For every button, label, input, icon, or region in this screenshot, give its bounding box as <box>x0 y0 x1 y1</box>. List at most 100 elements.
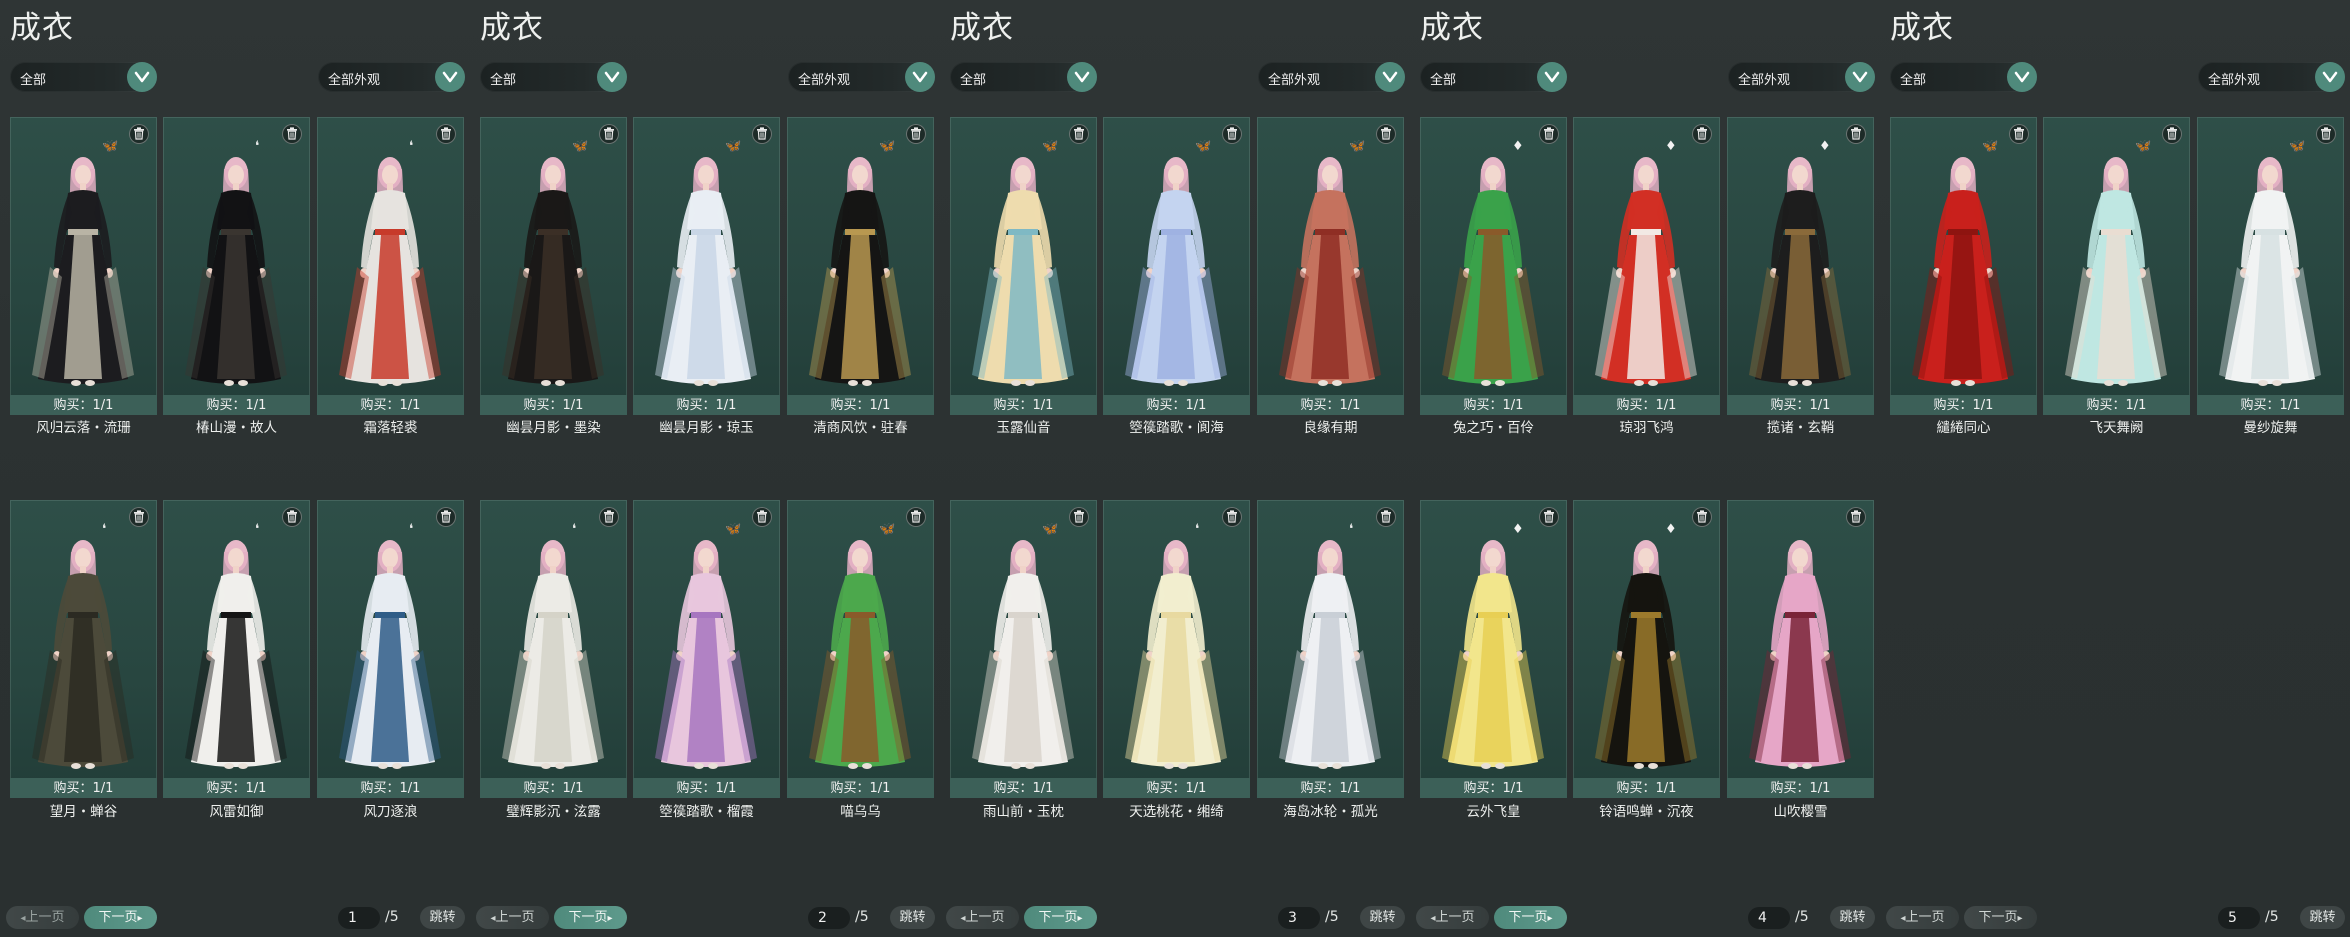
appearance-dropdown[interactable]: 全部外观 <box>318 62 465 92</box>
trash-icon[interactable] <box>1376 124 1396 144</box>
outfit-card[interactable]: ❛ 购买：1/1 <box>163 500 310 798</box>
prev-page-button[interactable]: ◂上一页 <box>1416 906 1489 929</box>
trash-icon[interactable] <box>2009 124 2029 144</box>
page-number-input[interactable]: 3 <box>1278 907 1320 929</box>
butterfly-icon: 🦋 <box>102 139 119 154</box>
jump-button[interactable]: 跳转 <box>890 906 935 929</box>
outfit-card[interactable]: ❛ 购买：1/1 <box>317 117 464 415</box>
trash-icon[interactable] <box>1846 124 1866 144</box>
trash-icon[interactable] <box>2316 124 2336 144</box>
category-dropdown[interactable]: 全部 <box>10 62 157 92</box>
jump-button[interactable]: 跳转 <box>1360 906 1405 929</box>
next-page-button[interactable]: 下一页▸ <box>554 906 627 929</box>
outfit-card[interactable]: ♦ 购买：1/1 <box>1573 117 1720 415</box>
trash-icon[interactable] <box>282 507 302 527</box>
next-page-button[interactable]: 下一页▸ <box>84 906 157 929</box>
outfit-card[interactable]: ♦ 购买：1/1 <box>1420 500 1567 798</box>
chevron-down-icon[interactable] <box>2007 62 2037 92</box>
prev-page-button[interactable]: ◂上一页 <box>476 906 549 929</box>
outfit-card[interactable]: 🦋 购买：1/1 <box>950 117 1097 415</box>
page-number-input[interactable]: 4 <box>1748 907 1790 929</box>
trash-icon[interactable] <box>1069 124 1089 144</box>
outfit-card[interactable]: ♦ 购买：1/1 <box>1420 117 1567 415</box>
outfit-name: 天选桃花・缃绮 <box>1129 804 1224 820</box>
next-page-button[interactable]: 下一页▸ <box>1494 906 1567 929</box>
chevron-down-icon[interactable] <box>1067 62 1097 92</box>
trash-icon[interactable] <box>906 507 926 527</box>
outfit-figure <box>1420 117 1567 401</box>
trash-icon[interactable] <box>599 124 619 144</box>
trash-icon[interactable] <box>1069 507 1089 527</box>
outfit-card[interactable]: ❛ 购买：1/1 <box>1103 500 1250 798</box>
trash-icon[interactable] <box>282 124 302 144</box>
trash-icon[interactable] <box>1692 507 1712 527</box>
outfit-card[interactable]: 🦋 购买：1/1 <box>10 117 157 415</box>
outfit-figure <box>1103 500 1250 784</box>
jump-button[interactable]: 跳转 <box>2300 906 2345 929</box>
page-number-input[interactable]: 5 <box>2218 907 2260 929</box>
outfit-card[interactable]: 🦋 购买：1/1 <box>633 117 780 415</box>
chevron-down-icon[interactable] <box>1537 62 1567 92</box>
page-number-input[interactable]: 1 <box>338 907 380 929</box>
outfit-card[interactable]: ❛ 购买：1/1 <box>1257 500 1404 798</box>
outfit-card[interactable]: 🦋 购买：1/1 <box>787 117 934 415</box>
outfit-card[interactable]: ♦ 购买：1/1 <box>1727 117 1874 415</box>
next-page-button[interactable]: 下一页▸ <box>1024 906 1097 929</box>
outfit-card[interactable]: 🦋 购买：1/1 <box>787 500 934 798</box>
appearance-dropdown[interactable]: 全部外观 <box>1258 62 1405 92</box>
trash-icon[interactable] <box>752 507 772 527</box>
outfit-name: 云外飞皇 <box>1466 804 1521 820</box>
trash-icon[interactable] <box>1376 507 1396 527</box>
outfit-card[interactable]: ❛ 购买：1/1 <box>10 500 157 798</box>
appearance-dropdown[interactable]: 全部外观 <box>2198 62 2345 92</box>
outfit-card[interactable]: 🦋 购买：1/1 <box>1890 117 2037 415</box>
feather-icon: ❛ <box>409 139 414 154</box>
outfit-card[interactable]: 🦋 购买：1/1 <box>1257 117 1404 415</box>
outfit-card[interactable]: ♦ 购买：1/1 <box>1573 500 1720 798</box>
trash-icon[interactable] <box>906 124 926 144</box>
appearance-dropdown[interactable]: 全部外观 <box>788 62 935 92</box>
chevron-down-icon[interactable] <box>597 62 627 92</box>
outfit-card[interactable]: ❛ 购买：1/1 <box>317 500 464 798</box>
trash-icon[interactable] <box>752 124 772 144</box>
trash-icon[interactable] <box>1222 124 1242 144</box>
jump-button[interactable]: 跳转 <box>1830 906 1875 929</box>
outfit-card[interactable]: 🦋 购买：1/1 <box>950 500 1097 798</box>
trash-icon[interactable] <box>2162 124 2182 144</box>
jump-button[interactable]: 跳转 <box>420 906 465 929</box>
category-dropdown[interactable]: 全部 <box>480 62 627 92</box>
appearance-dropdown[interactable]: 全部外观 <box>1728 62 1875 92</box>
category-dropdown[interactable]: 全部 <box>1420 62 1567 92</box>
trash-icon[interactable] <box>1692 124 1712 144</box>
trash-icon[interactable] <box>436 124 456 144</box>
next-page-button[interactable]: 下一页▸ <box>1964 906 2037 929</box>
trash-icon[interactable] <box>436 507 456 527</box>
chevron-down-icon[interactable] <box>1375 62 1405 92</box>
outfit-card[interactable]: 🦋 购买：1/1 <box>633 500 780 798</box>
chevron-down-icon[interactable] <box>127 62 157 92</box>
outfit-card[interactable]: ❛ 购买：1/1 <box>480 500 627 798</box>
trash-icon[interactable] <box>1846 507 1866 527</box>
trash-icon[interactable] <box>129 124 149 144</box>
outfit-card[interactable]: 🦋 购买：1/1 <box>480 117 627 415</box>
outfit-card[interactable]: 🦋 购买：1/1 <box>1103 117 1250 415</box>
trash-icon[interactable] <box>1222 507 1242 527</box>
page-number-input[interactable]: 2 <box>808 907 850 929</box>
chevron-down-icon[interactable] <box>1845 62 1875 92</box>
trash-icon[interactable] <box>1539 507 1559 527</box>
category-dropdown[interactable]: 全部 <box>950 62 1097 92</box>
chevron-down-icon[interactable] <box>435 62 465 92</box>
prev-page-button[interactable]: ◂上一页 <box>946 906 1019 929</box>
trash-icon[interactable] <box>1539 124 1559 144</box>
chevron-down-icon[interactable] <box>2315 62 2345 92</box>
outfit-card[interactable]: ❛ 购买：1/1 <box>163 117 310 415</box>
trash-icon[interactable] <box>599 507 619 527</box>
outfit-card[interactable]: 购买：1/1 <box>1727 500 1874 798</box>
chevron-down-icon[interactable] <box>905 62 935 92</box>
outfit-card[interactable]: 🦋 购买：1/1 <box>2043 117 2190 415</box>
outfit-card[interactable]: 🦋 购买：1/1 <box>2197 117 2344 415</box>
prev-page-button[interactable]: ◂上一页 <box>6 906 79 929</box>
category-dropdown[interactable]: 全部 <box>1890 62 2037 92</box>
prev-page-button[interactable]: ◂上一页 <box>1886 906 1959 929</box>
trash-icon[interactable] <box>129 507 149 527</box>
